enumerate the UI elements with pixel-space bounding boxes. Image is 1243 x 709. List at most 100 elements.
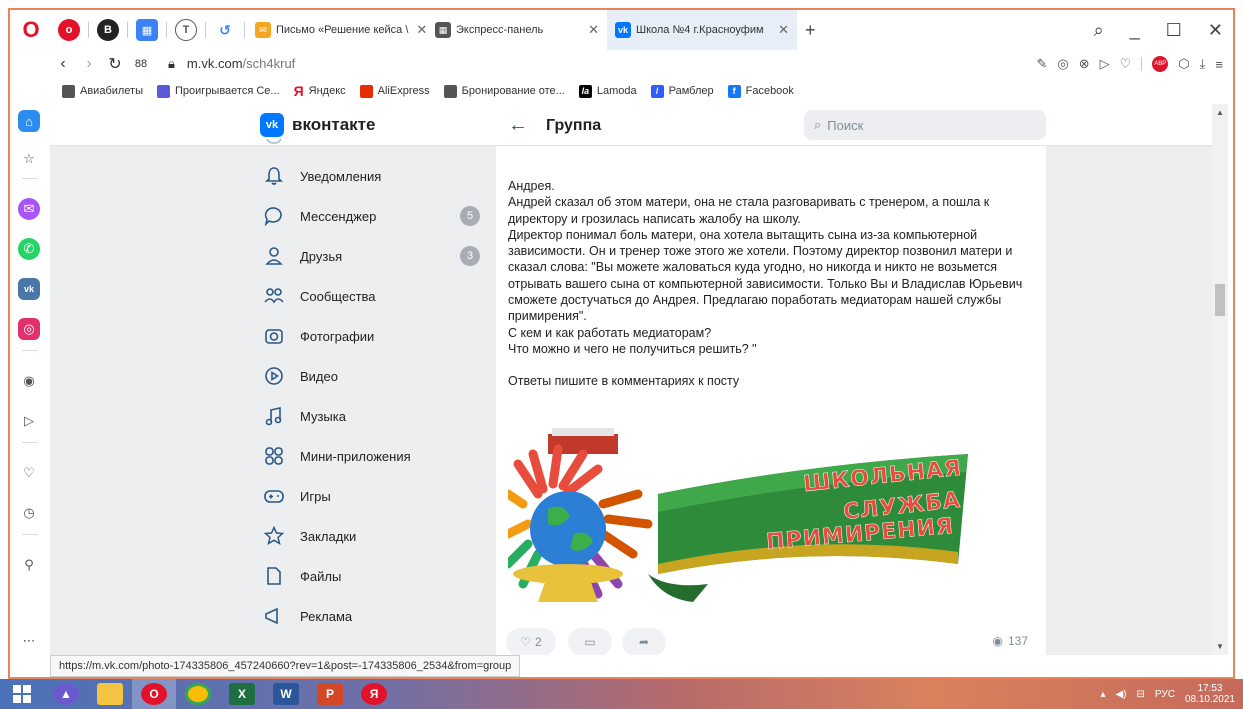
tab-mail[interactable]: ✉ Письмо «Решение кейса \ ✕ bbox=[247, 10, 427, 50]
bookmark-item[interactable]: la Lamoda bbox=[578, 84, 637, 98]
tab-express-panel[interactable]: ▦ Экспресс-панель ✕ bbox=[427, 10, 607, 50]
speed-dial-icon[interactable]: 88 bbox=[128, 58, 154, 70]
bookmark-item[interactable]: Проигрывается Се... bbox=[157, 84, 280, 98]
menu-item-communities[interactable]: Сообщества bbox=[250, 276, 490, 316]
pinned-tab-calendar[interactable]: ▦ bbox=[136, 19, 158, 41]
reload-button[interactable]: ↻ bbox=[102, 54, 128, 74]
menu-item-video[interactable]: Видео bbox=[250, 356, 490, 396]
bookmark-item[interactable]: AliExpress bbox=[359, 84, 430, 98]
menu-item-bookmarks[interactable]: Закладки bbox=[250, 516, 490, 556]
heart-icon[interactable]: ♡ bbox=[18, 462, 40, 484]
menu-item-messenger[interactable]: Мессенджер 5 bbox=[250, 196, 490, 236]
menu-item-friends[interactable]: Друзья 3 bbox=[250, 236, 490, 276]
location-icon[interactable]: ⚲ bbox=[18, 554, 40, 576]
easy-setup-icon[interactable]: ≡ bbox=[1215, 57, 1223, 72]
close-icon[interactable]: ✕ bbox=[778, 22, 789, 38]
scroll-up-arrow[interactable]: ▲ bbox=[1216, 108, 1224, 117]
post-image[interactable]: ШКОЛЬНАЯ СЛУЖБА ПРИМИРЕНИЯ bbox=[503, 424, 978, 612]
messenger-icon[interactable]: ✉ bbox=[18, 198, 40, 220]
taskbar-excel[interactable]: X bbox=[220, 679, 264, 709]
maximize-button[interactable]: ☐ bbox=[1166, 20, 1182, 41]
menu-item-mini-apps[interactable]: Мини-приложения bbox=[250, 436, 490, 476]
camera-icon[interactable]: ◎ bbox=[1057, 56, 1068, 72]
send-icon[interactable]: ▷ bbox=[1100, 56, 1110, 72]
taskbar-app[interactable]: ▲ bbox=[44, 679, 88, 709]
tray-expand-icon[interactable]: ▴ bbox=[1100, 689, 1105, 700]
menu-label: Видео bbox=[300, 368, 338, 384]
menu-label: Фотографии bbox=[300, 328, 375, 344]
bookmark-item[interactable]: Я Яндекс bbox=[294, 83, 346, 99]
back-button[interactable]: ‹ bbox=[50, 55, 76, 73]
url-field[interactable]: 🔒︎ m.vk.com/sch4kruf bbox=[168, 56, 295, 72]
speed-dial-icon[interactable]: ☆ bbox=[18, 148, 40, 170]
page-viewport: vk вконтакте ← Группа ⌕ Поиск Уведомлени… bbox=[50, 104, 1228, 655]
close-icon[interactable]: ✕ bbox=[416, 22, 427, 38]
close-icon[interactable]: ✕ bbox=[588, 22, 599, 38]
bookmark-item[interactable]: Авиабилеты bbox=[62, 84, 143, 98]
share-button[interactable]: ➦ bbox=[622, 628, 666, 655]
tab-school-vk[interactable]: vk Школа №4 г.Красноуфим ✕ bbox=[607, 10, 797, 50]
more-icon[interactable]: ⋯ bbox=[18, 630, 40, 652]
vk-header: vk вконтакте ← Группа ⌕ Поиск bbox=[50, 104, 1228, 146]
search-input[interactable]: ⌕ Поиск bbox=[804, 110, 1046, 140]
send-icon[interactable]: ▷ bbox=[18, 410, 40, 432]
download-icon[interactable]: ⤓ bbox=[1200, 56, 1206, 72]
start-button[interactable] bbox=[0, 679, 44, 709]
bookmark-item[interactable]: f Facebook bbox=[727, 84, 794, 98]
network-icon[interactable]: ⊟ bbox=[1137, 689, 1145, 700]
heart-icon[interactable]: ♡ bbox=[1120, 56, 1132, 72]
edit-icon[interactable]: ✎ bbox=[1036, 56, 1047, 72]
extensions-icon[interactable]: ⬡ bbox=[1178, 56, 1189, 72]
menu-item-ads[interactable]: Реклама bbox=[250, 596, 490, 636]
back-arrow-icon[interactable]: ← bbox=[508, 114, 528, 137]
adblock-icon[interactable]: ABP bbox=[1152, 56, 1169, 72]
bookmark-label: Яндекс bbox=[308, 85, 346, 97]
app-icon: ▲ bbox=[53, 683, 79, 705]
whatsapp-icon[interactable]: ✆ bbox=[18, 238, 40, 260]
pinned-tab-b[interactable]: B bbox=[97, 19, 119, 41]
volume-icon[interactable]: ◀) bbox=[1115, 689, 1126, 700]
pinned-tab-t[interactable]: T bbox=[175, 19, 197, 41]
taskbar-opera[interactable]: O bbox=[132, 679, 176, 709]
post-line: С кем и как работать медиаторам? bbox=[508, 325, 712, 340]
input-language[interactable]: РУС bbox=[1155, 689, 1175, 700]
scroll-down-arrow[interactable]: ▼ bbox=[1216, 642, 1224, 651]
vk-icon[interactable]: vk bbox=[18, 278, 40, 300]
taskbar-word[interactable]: W bbox=[264, 679, 308, 709]
taskbar-powerpoint[interactable]: P bbox=[308, 679, 352, 709]
taskbar-yandex[interactable]: Я bbox=[352, 679, 396, 709]
pinned-tab-opera[interactable]: o bbox=[58, 19, 80, 41]
close-window-button[interactable]: ✕ bbox=[1208, 20, 1223, 41]
tab-separator bbox=[205, 22, 206, 38]
video-icon bbox=[260, 365, 288, 387]
minimize-button[interactable]: _ bbox=[1130, 20, 1140, 41]
menu-item-files[interactable]: Файлы bbox=[250, 556, 490, 596]
instagram-icon[interactable]: ◎ bbox=[18, 318, 40, 340]
new-tab-button[interactable]: + bbox=[805, 20, 816, 41]
search-icon[interactable]: ⌕ bbox=[1094, 20, 1104, 41]
aliexpress-icon bbox=[359, 84, 373, 98]
like-button[interactable]: ♡ 2 bbox=[506, 628, 556, 655]
taskbar-explorer[interactable] bbox=[88, 679, 132, 709]
forward-button[interactable]: › bbox=[76, 55, 102, 73]
address-bar-actions: ✎ ◎ ⊗ ▷ ♡ ABP ⬡ ⤓ ≡ bbox=[1036, 50, 1223, 78]
menu-label: Мессенджер bbox=[300, 208, 377, 224]
opera-menu-button[interactable]: O bbox=[10, 10, 52, 50]
bookmark-item[interactable]: / Рамблер bbox=[650, 84, 714, 98]
scroll-thumb[interactable] bbox=[1215, 284, 1225, 316]
home-icon[interactable]: ⌂ bbox=[18, 110, 40, 132]
menu-item-notifications[interactable]: Уведомления bbox=[250, 156, 490, 196]
menu-item-music[interactable]: Музыка bbox=[250, 396, 490, 436]
pinned-tab-refresh[interactable]: ↺ bbox=[214, 19, 236, 41]
history-icon[interactable]: ◷ bbox=[18, 502, 40, 524]
bookmark-item[interactable]: Бронирование оте... bbox=[443, 84, 565, 98]
menu-item-games[interactable]: Игры bbox=[250, 476, 490, 516]
player-icon[interactable]: ◉ bbox=[18, 370, 40, 392]
clock[interactable]: 17:53 08.10.2021 bbox=[1185, 683, 1235, 705]
menu-item-photos[interactable]: Фотографии bbox=[250, 316, 490, 356]
block-icon[interactable]: ⊗ bbox=[1079, 56, 1090, 72]
page-scrollbar[interactable]: ▲ ▼ bbox=[1212, 104, 1228, 655]
comment-button[interactable]: ▭ bbox=[568, 628, 612, 655]
taskbar-chrome[interactable] bbox=[176, 679, 220, 709]
camera-icon bbox=[260, 325, 288, 347]
